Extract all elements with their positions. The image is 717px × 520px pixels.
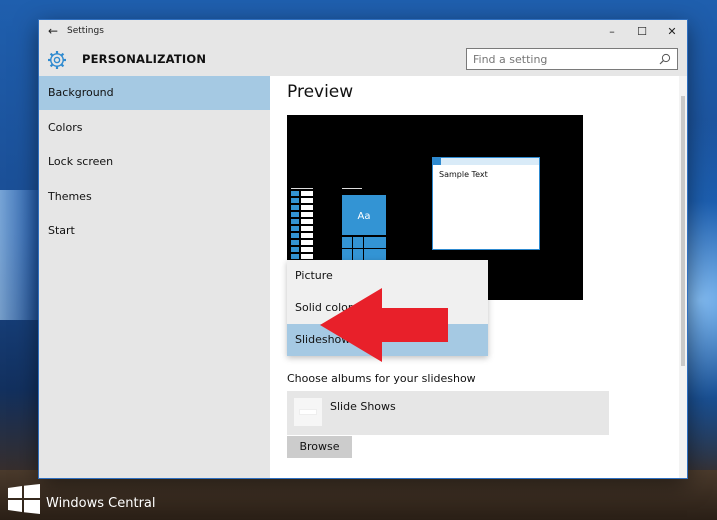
albums-label: Choose albums for your slideshow: [287, 372, 476, 385]
preview-sample-window: Sample Text: [432, 157, 540, 250]
settings-window: ← Settings – ☐ ✕ PERSONALIZATION Find a …: [39, 20, 687, 478]
sidebar-item-colors[interactable]: Colors: [39, 111, 270, 145]
content-scrollbar[interactable]: [679, 76, 687, 478]
album-name: Slide Shows: [330, 400, 396, 413]
browse-button[interactable]: Browse: [287, 436, 352, 458]
sidebar-item-lock-screen[interactable]: Lock screen: [39, 145, 270, 179]
search-icon[interactable]: [659, 53, 671, 65]
red-arrow-annotation: [320, 288, 448, 362]
sidebar-item-background[interactable]: Background: [39, 76, 270, 110]
watermark-text: Windows Central: [46, 496, 156, 511]
sample-text: Sample Text: [439, 170, 488, 179]
preview-tile: Aa: [342, 195, 386, 235]
back-arrow-icon[interactable]: ←: [39, 24, 67, 38]
wallpaper-glow: [0, 190, 40, 320]
gear-icon: [48, 51, 66, 69]
close-button[interactable]: ✕: [657, 20, 687, 42]
preview-app-list: [291, 191, 313, 261]
window-controls: – ☐ ✕: [597, 20, 687, 42]
sidebar: Background Colors Lock screen Themes Sta…: [39, 76, 270, 478]
preview-caption-line: [342, 188, 362, 189]
preview-heading: Preview: [287, 82, 354, 102]
page-title: PERSONALIZATION: [82, 52, 207, 66]
search-input[interactable]: [473, 51, 653, 67]
album-thumbnail: [294, 398, 322, 426]
title-bar: ← Settings – ☐ ✕: [39, 20, 687, 42]
sidebar-item-start[interactable]: Start: [39, 214, 270, 248]
sample-window-titlebar: [433, 158, 539, 165]
preview-caption-line: [291, 188, 313, 189]
maximize-button[interactable]: ☐: [627, 20, 657, 42]
windows-logo-icon: [8, 484, 40, 514]
main-content: Preview Aa Sample Text Picture Solid col…: [270, 76, 687, 478]
preview-tile-grid: [342, 237, 386, 261]
scrollbar-thumb[interactable]: [681, 96, 685, 366]
window-title: Settings: [67, 26, 104, 36]
minimize-button[interactable]: –: [597, 20, 627, 42]
album-list-item[interactable]: Slide Shows: [287, 391, 609, 435]
sidebar-item-themes[interactable]: Themes: [39, 180, 270, 214]
search-box[interactable]: [466, 48, 678, 70]
